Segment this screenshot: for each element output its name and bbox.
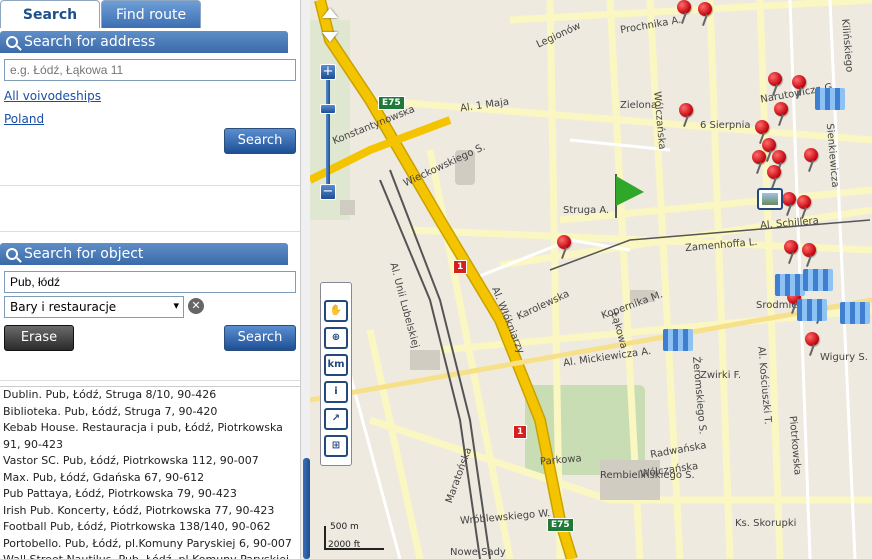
zoom-track[interactable]	[326, 66, 330, 191]
result-item[interactable]: Max. Pub, Łódź, Gdańska 67, 90-612	[0, 470, 300, 487]
result-item[interactable]: Portobello. Pub, Łódź, pl.Komuny Paryski…	[0, 536, 300, 553]
result-item[interactable]: 91, 90-423	[0, 437, 300, 454]
tab-search[interactable]: Search	[0, 0, 100, 28]
poi-building-icon[interactable]	[775, 270, 805, 296]
hand-tool-icon[interactable]: ✋	[324, 300, 348, 322]
address-header-label: Search for address	[24, 34, 156, 50]
zoom-in-button[interactable]: +	[320, 64, 336, 80]
address-input[interactable]	[4, 59, 296, 81]
info-tool-icon[interactable]: i	[324, 381, 348, 403]
object-header-label: Search for object	[24, 246, 144, 262]
search-icon	[6, 36, 18, 48]
results-list: Dublin. Pub, Łódź, Struga 8/10, 90-426 Bi…	[0, 386, 300, 559]
address-search-button[interactable]: Search	[224, 128, 296, 154]
search-panel: Search Find route Search for address All…	[0, 0, 310, 559]
zoom-slider-handle[interactable]	[320, 104, 336, 114]
pub-pin-icon[interactable]	[803, 332, 823, 358]
poi-building-icon[interactable]	[815, 84, 845, 110]
street-label: Rembielińskiego S.	[600, 470, 695, 481]
address-header: Search for address	[0, 31, 288, 53]
category-select[interactable]: Bary i restauracje	[4, 296, 184, 318]
poi-building-icon[interactable]	[840, 298, 870, 324]
pub-pin-icon[interactable]	[677, 103, 697, 129]
result-item[interactable]: Irish Pub. Koncerty, Łódź, Piotrkowska 7…	[0, 503, 300, 520]
pan-down-icon[interactable]	[322, 32, 338, 42]
route-tool-icon[interactable]: ↗	[324, 408, 348, 430]
pub-pin-icon[interactable]	[766, 72, 786, 98]
street-label: Nowe Sady	[450, 547, 506, 558]
road-badge: E75	[378, 96, 405, 110]
pub-pin-icon[interactable]	[696, 2, 716, 28]
divider	[0, 380, 300, 381]
pub-pin-icon[interactable]	[795, 195, 815, 221]
pub-pin-icon[interactable]	[782, 240, 802, 266]
address-section: Search for address	[0, 31, 300, 53]
pub-pin-icon[interactable]	[555, 235, 575, 261]
result-item[interactable]: Pub Pattaya, Łódź, Piotrkowska 79, 90-42…	[0, 486, 300, 503]
grid-tool-icon[interactable]: ⊞	[324, 435, 348, 457]
road-badge: E75	[547, 518, 574, 532]
tab-bar: Search Find route	[0, 0, 309, 28]
tab-find-route[interactable]: Find route	[101, 0, 201, 28]
result-item[interactable]: Football Pub, Łódź, Piotrkowska 138/140,…	[0, 519, 300, 536]
scrollbar-thumb[interactable]	[303, 458, 310, 559]
poi-building-icon[interactable]	[797, 295, 827, 321]
street-label: Struga A.	[563, 205, 610, 216]
scale-imperial: 2000 ft	[328, 540, 361, 550]
erase-button[interactable]: Erase	[4, 325, 74, 351]
pub-pin-icon[interactable]	[675, 0, 695, 26]
zoom-tool-icon[interactable]: ⊕	[324, 327, 348, 349]
divider	[0, 231, 300, 232]
scale-bar: 500 m 2000 ft	[318, 518, 398, 558]
poi-building-icon[interactable]	[803, 265, 833, 291]
all-voivodeships-link[interactable]: All voivodeships	[4, 89, 101, 103]
object-section: Search for object	[0, 243, 300, 265]
road-badge: 1	[513, 425, 528, 439]
result-item[interactable]: Kebab House. Restauracja i pub, Łódź, Pi…	[0, 420, 300, 437]
result-item[interactable]: Wall Street Nautilus. Pub, Łódź, pl.Komu…	[0, 552, 300, 559]
scale-metric: 500 m	[330, 522, 359, 532]
zoom-out-button[interactable]: −	[320, 184, 336, 200]
object-search-button[interactable]: Search	[224, 325, 296, 351]
street-label: 6 Sierpnia	[700, 120, 751, 131]
street-label: Zwirki F.	[700, 370, 741, 381]
pan-control[interactable]	[322, 8, 338, 48]
pub-pin-icon[interactable]	[772, 102, 792, 128]
photo-marker-icon[interactable]	[757, 188, 783, 210]
poland-link[interactable]: Poland	[4, 112, 44, 126]
street-label: Wigury S.	[820, 352, 868, 363]
object-header: Search for object	[0, 243, 288, 265]
street-label: Ks. Skorupki	[735, 518, 797, 529]
search-icon	[6, 248, 18, 260]
object-query-input[interactable]	[4, 271, 296, 293]
zoom-control: + −	[318, 60, 338, 210]
result-item[interactable]: Dublin. Pub, Łódź, Struga 8/10, 90-426	[0, 387, 300, 404]
flag-marker	[612, 172, 646, 218]
poi-building-icon[interactable]	[663, 325, 693, 351]
divider	[0, 185, 300, 186]
road-badge: 1	[453, 260, 468, 274]
clear-category-icon[interactable]: ✕	[188, 298, 204, 314]
pan-up-icon[interactable]	[322, 8, 338, 18]
flag-icon	[615, 174, 644, 218]
pub-pin-icon[interactable]	[790, 75, 810, 101]
pub-pin-icon[interactable]	[802, 148, 822, 174]
result-item[interactable]: Vastor SC. Pub, Łódź, Piotrkowska 112, 9…	[0, 453, 300, 470]
result-item[interactable]: Biblioteka. Pub, Łódź, Struga 7, 90-420	[0, 404, 300, 421]
category-value: Bary i restauracje	[10, 300, 117, 314]
km-tool-icon[interactable]: km	[324, 354, 348, 376]
